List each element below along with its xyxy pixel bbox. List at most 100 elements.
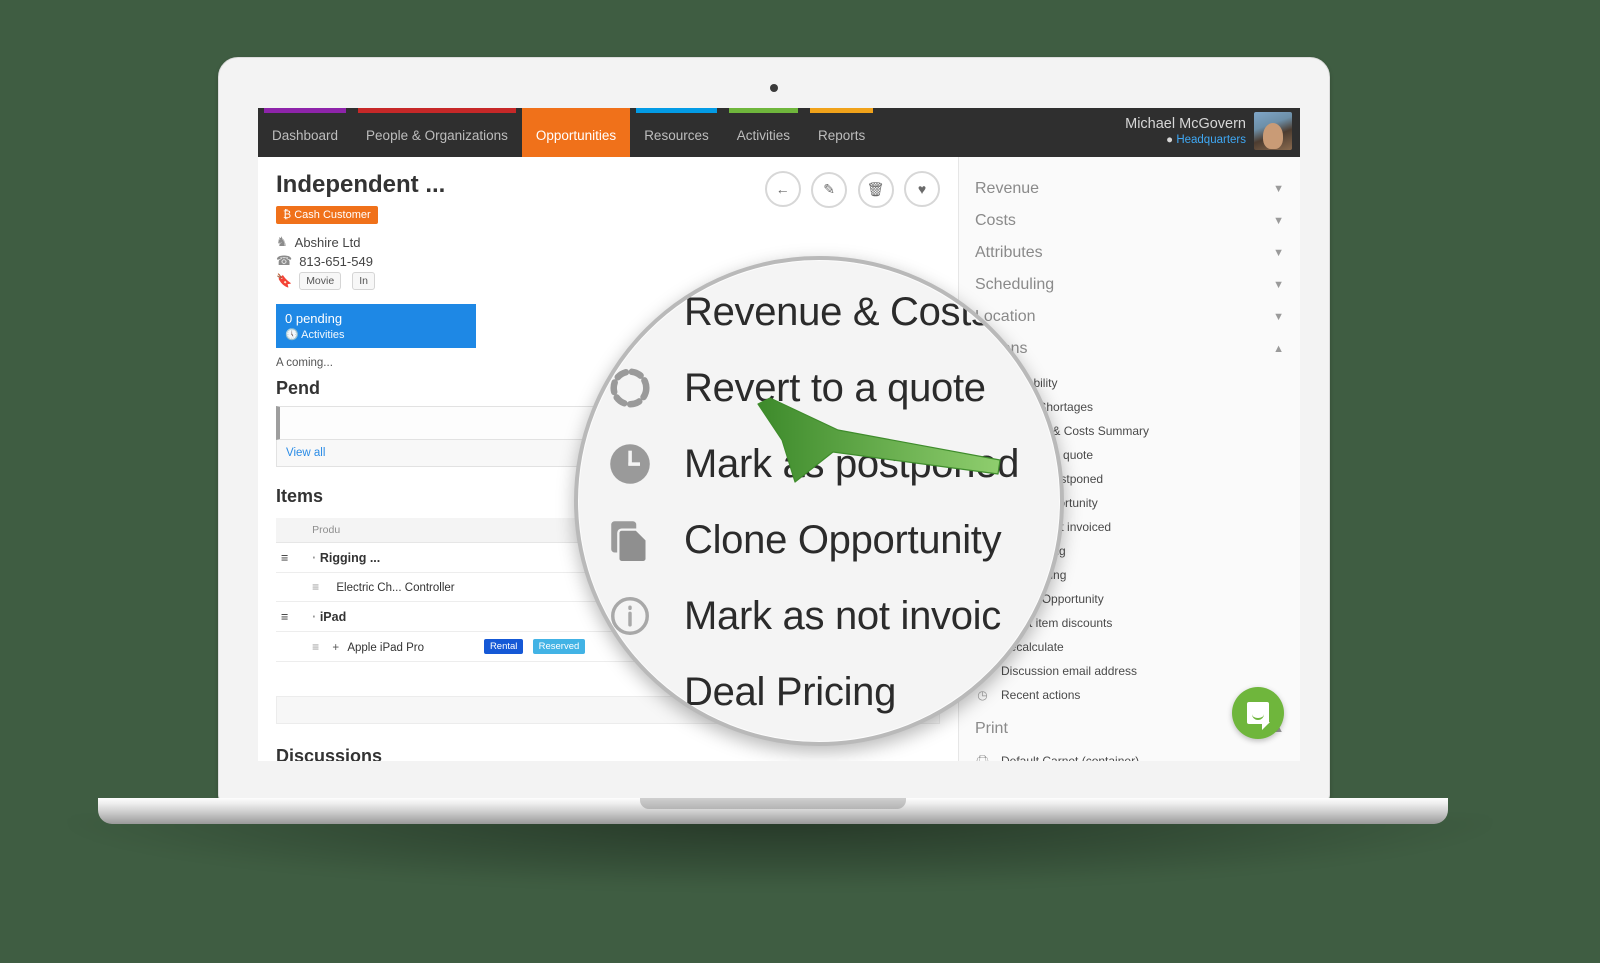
chevron-down-icon: ▼ [1273, 247, 1284, 259]
delete-button[interactable]: 🗑 [857, 171, 894, 208]
discussions-heading: Discussions [276, 746, 383, 761]
chevron-down-icon: ▼ [1273, 183, 1284, 195]
organization-icon: ♞ [276, 234, 288, 249]
chat-bubble-shape [1247, 702, 1270, 730]
pill-rental: Rental [483, 639, 524, 655]
tag-chip[interactable]: Movie [299, 272, 342, 290]
chevron-down-icon: ▼ [1273, 279, 1284, 291]
stat-label-wrap: 🕔 Activities [285, 328, 467, 343]
sidebar-item-revenue[interactable]: Revenue ▼ [973, 173, 1286, 205]
user-location[interactable]: ● Headquarters [1125, 133, 1246, 147]
nav-tab-label: Resources [644, 127, 709, 143]
back-button[interactable]: ← [764, 171, 801, 207]
nav-tab-activities[interactable]: Activities [723, 108, 804, 157]
cell-pills: Rental Reserved [478, 631, 592, 663]
tags-line: 🔖 Movie In [276, 272, 445, 290]
magnified-action-label: Mark as postponed [684, 441, 1020, 486]
clock-icon: 🕔 [285, 328, 299, 341]
cell-pills [478, 601, 592, 633]
view-all-link[interactable]: View all [286, 447, 325, 459]
item-name-cell: ≡ Electric Ch... Controller [307, 572, 479, 603]
location-pin-icon: ● [1166, 133, 1174, 146]
user-location-label: Headquarters [1176, 133, 1246, 146]
magnified-action-clone-opportunity[interactable]: Clone Opportunity [578, 502, 1060, 578]
drag-handle-icon[interactable]: ≡ [276, 542, 308, 574]
stat-label: Activities [301, 328, 345, 341]
print-default-carnet[interactable]: 🖨 Default Carnet (container) [973, 749, 1286, 761]
nav-tab-reports[interactable]: Reports [804, 108, 879, 157]
revert-circle-icon [604, 362, 656, 414]
tag-icon [604, 666, 656, 718]
header-action-buttons: ← ✎ 🗑 ♥ [759, 171, 940, 208]
drag-handle-icon[interactable]: ≡ [312, 580, 319, 594]
drag-handle-icon[interactable]: ≡ [312, 640, 319, 654]
magnified-action-label: Mark as not invoic [684, 593, 1001, 638]
nav-tab-resources[interactable]: Resources [630, 108, 723, 157]
chevron-down-icon: ▼ [1273, 311, 1284, 323]
stat-value: 0 pending [285, 311, 343, 326]
top-navigation-bar: Dashboard People & Organizations Opportu… [258, 108, 1300, 157]
laptop-base-notch [640, 798, 906, 809]
nav-tab-label: Activities [736, 127, 790, 143]
item-name-cell: ≡ + Apple iPad Pro [307, 631, 479, 663]
chevron-up-icon: ▲ [1273, 343, 1284, 355]
info-circle-icon [604, 590, 656, 642]
status-badge-label: Cash Customer [294, 209, 371, 221]
page-title: Independent ... [276, 171, 446, 198]
item-label: Electric Ch... Controller [336, 582, 455, 595]
stat-box-activities[interactable]: 0 pending 🕔 Activities [276, 304, 476, 349]
magnified-action-revert-to-quote[interactable]: Revert to a quote [578, 350, 1060, 426]
nav-accent-bar [521, 108, 631, 113]
magnified-action-label: Clone Opportunity [684, 517, 1002, 562]
favorite-button[interactable]: ♥ [904, 171, 940, 207]
drag-handle-icon[interactable]: ≡ [276, 601, 308, 633]
magnifier-lens: Revenue & Costs Revert to a quote Mark a… [574, 256, 1064, 746]
chat-bubble-icon[interactable] [1232, 687, 1284, 739]
nav-accent-bar [358, 108, 516, 113]
group-label: iPad [319, 609, 347, 624]
nav-tab-label: Opportunities [535, 127, 617, 143]
magnified-action-deal-pricing[interactable]: Deal Pricing [578, 654, 1060, 730]
browser-screen: Dashboard People & Organizations Opportu… [258, 108, 1300, 761]
user-name: Michael McGovern [1125, 115, 1246, 132]
money-icon: ₿ [283, 209, 292, 221]
nav-accent-bar [636, 108, 717, 113]
magnified-action-mark-as-postponed[interactable]: Mark as postponed [578, 426, 1060, 502]
accordion-label: Costs [975, 212, 1016, 229]
print-label: Default Carnet (container) [1001, 754, 1140, 761]
magnified-action-revenue-costs[interactable]: Revenue & Costs [578, 274, 1060, 350]
cell-pills [478, 572, 592, 603]
organization-name[interactable]: Abshire Ltd [295, 235, 361, 250]
expand-icon[interactable]: + [332, 642, 339, 654]
tag-icon: 🔖 [276, 273, 293, 288]
bullet-icon: · [312, 550, 317, 565]
laptop-camera [770, 84, 778, 92]
magnified-action-label: Deal Pricing [684, 669, 897, 714]
avatar[interactable] [1254, 112, 1292, 150]
cell-pills [478, 542, 592, 574]
nav-accent-bar [264, 108, 347, 113]
nav-tab-list: Dashboard People & Organizations Opportu… [258, 108, 879, 157]
laptop-drop-shadow [70, 818, 1490, 888]
magnified-actions-list: Revenue & Costs Revert to a quote Mark a… [578, 260, 1060, 742]
edit-button[interactable]: ✎ [811, 171, 848, 208]
chevron-down-icon: ▼ [1273, 215, 1284, 227]
user-text-block: Michael McGovern ● Headquarters [1125, 115, 1246, 148]
user-menu[interactable]: Michael McGovern ● Headquarters [1125, 112, 1292, 150]
magnified-action-label: Revenue & Costs [684, 289, 991, 334]
magnified-action-label: Revert to a quote [684, 365, 986, 410]
report-icon [604, 286, 656, 338]
sidebar-item-costs[interactable]: Costs ▼ [973, 205, 1286, 237]
phone-number: 813-651-549 [299, 253, 373, 269]
nav-tab-opportunities[interactable]: Opportunities [521, 108, 631, 157]
items-heading: Items [276, 485, 324, 506]
status-badge: ₿ Cash Customer [276, 206, 378, 224]
nav-tab-people-organizations[interactable]: People & Organizations [352, 108, 522, 157]
magnified-action-mark-as-not-invoiced[interactable]: Mark as not invoic [578, 578, 1060, 654]
printer-icon: 🖨 [974, 754, 991, 761]
title-block: Independent ... ₿ Cash Customer ♞ Abshir… [276, 171, 445, 293]
group-name: · iPad [307, 601, 479, 633]
nav-tab-dashboard[interactable]: Dashboard [258, 108, 352, 157]
tag-chip[interactable]: In [352, 272, 375, 290]
nav-tab-label: People & Organizations [366, 127, 508, 143]
